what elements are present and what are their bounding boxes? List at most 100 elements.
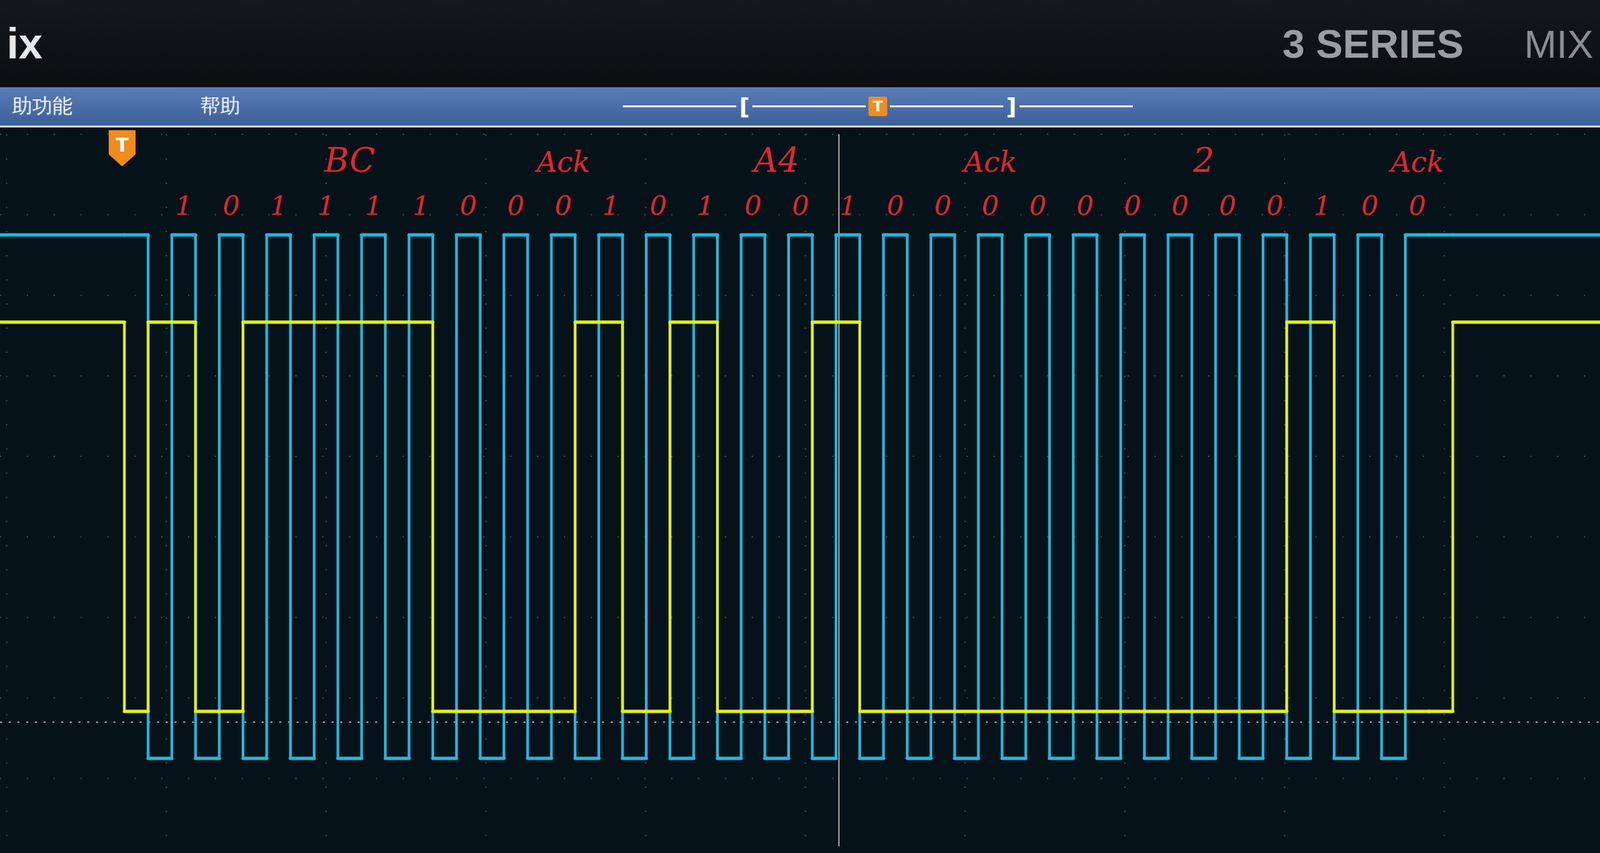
trace-segment [361,320,386,325]
trace-segment [930,710,955,714]
trace-edge [1167,234,1170,759]
trace-edge [1048,234,1052,759]
right-bracket: ] [1003,93,1020,121]
trace-segment [575,757,599,761]
trace-edge [906,234,909,759]
ack-label: Ack [534,145,590,179]
trace [0,234,1600,759]
trace-segment [954,757,978,761]
trace-edge [526,234,529,759]
trace-edge [739,234,743,759]
trace-segment [1357,233,1382,237]
trace-edge [1261,234,1265,759]
trace-segment [646,233,670,237]
trace-edge [1095,234,1098,759]
bit-label: 1 [697,189,715,221]
trace-segment [1453,233,1600,237]
trace-segment [408,320,433,325]
bit-label: 0 [1361,189,1378,221]
bit-label: 0 [1171,189,1188,221]
trace-segment [1002,757,1026,761]
trace-segment [907,710,931,714]
model-label: MIX [1524,21,1594,67]
bit-label: 0 [1076,189,1094,221]
trace-segment [1025,710,1049,714]
trace-segment [693,320,718,325]
trace-edge [479,234,482,759]
bit-label: 0 [1266,189,1284,221]
trace-edge [1309,234,1313,759]
ack-bit-label: 0 [554,189,572,221]
menu-item[interactable]: 助功能 [5,88,194,125]
trace-segment [432,757,457,761]
trace-segment [1073,710,1097,714]
trace-segment [1263,233,1287,237]
trace-segment [219,233,243,237]
bit-label: 0 [744,189,762,221]
trace-edge [1000,234,1004,759]
trace-segment [930,233,955,237]
trace-segment [836,320,860,325]
trace-edge [858,234,862,759]
trace-segment [551,233,576,237]
svg-text:T: T [115,134,129,157]
trace-edge [170,234,174,759]
trace-segment [740,710,765,714]
trace-segment [575,320,599,325]
trace-segment [1334,757,1358,761]
bit-label: 1 [839,189,857,221]
trace-edge [953,234,956,759]
trace-segment [195,710,219,714]
trace-segment [1453,320,1600,325]
trace-segment [480,710,505,714]
trace-edge [858,322,862,712]
trace-segment [456,710,480,714]
trace-segment [859,757,884,761]
brand-logo: ix [6,18,43,69]
position-bar[interactable]: [T] [622,93,1133,121]
trace-edge [1142,234,1146,759]
position-line [889,105,1004,108]
trace-segment [290,320,315,325]
trace-segment [1428,233,1453,237]
bit-label: 1 [602,189,619,221]
trace-segment [171,320,196,325]
trace-segment [385,757,409,761]
trace-edge [193,322,197,712]
trace-segment [242,320,267,325]
trace-segment [836,233,860,237]
trace-segment [765,757,789,761]
scope-bezel: ix 3 SERIES MIX [0,0,1600,88]
trace-edge [431,234,435,759]
trace-edge [122,322,126,712]
trace-edge [1380,234,1384,759]
trace-segment [1263,710,1287,714]
trace-edge [1404,234,1407,759]
trace-segment [124,233,148,237]
bit-label: 0 [934,189,952,221]
trace-edge [977,234,980,759]
trace-segment [717,757,741,761]
trace-segment [1215,233,1239,237]
trace-segment [337,757,362,761]
trace-segment [551,710,576,714]
trace-segment [504,233,528,237]
trace-edge [1332,234,1336,759]
ack-label: Ack [961,145,1017,179]
trace-segment [1381,710,1406,714]
trace-segment [1002,710,1026,714]
trace-segment [812,757,836,761]
trace-edge [407,234,411,759]
trace-segment [622,757,647,761]
trace-edge [241,322,245,712]
bit-label: 0 [1218,189,1236,221]
trace-segment [0,320,125,325]
bit-label: 0 [649,189,667,221]
trace-segment [1310,233,1335,237]
menu-item[interactable]: 帮助 [193,88,247,125]
bit-label: 0 [886,189,904,221]
trace-edge [810,322,814,712]
trace-segment [765,710,789,714]
trace-segment [978,710,1003,714]
trace-segment [1049,710,1074,714]
